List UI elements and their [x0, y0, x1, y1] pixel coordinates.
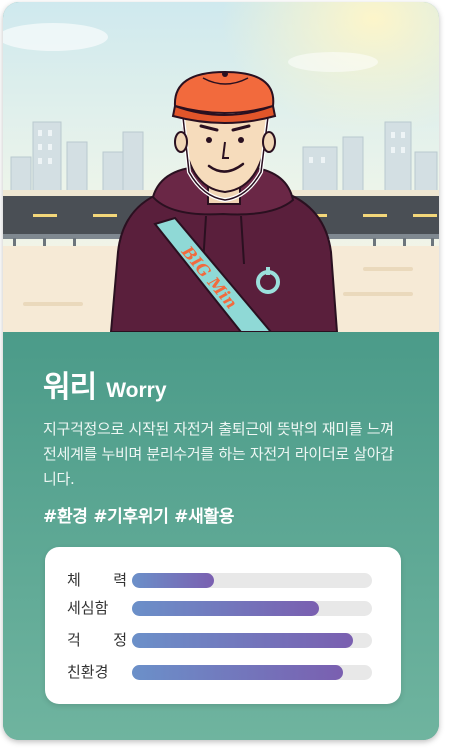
- stat-stamina: 체 력: [45, 569, 401, 591]
- stat-label: 세심함: [67, 599, 109, 617]
- stat-bar-fill: [132, 665, 344, 680]
- stat-bar-track: [132, 601, 372, 616]
- character-tags: #환경 #기후위기 #새활용: [43, 507, 235, 527]
- character-illustration: BIG Min: [3, 2, 439, 332]
- stat-worry: 걱 정: [45, 629, 401, 651]
- stat-eco-friendly: 친환경: [45, 661, 401, 683]
- character-description: 지구걱정으로 시작된 자전거 출퇴근에 뜻밖의 재미를 느껴 전세계를 누비며 …: [43, 420, 394, 488]
- character-name-english: Worry: [106, 379, 167, 402]
- stat-label: 걱 정: [67, 631, 127, 649]
- character-name: 워리 Worry: [43, 362, 167, 406]
- stat-bar-track: [132, 573, 372, 588]
- character-name-korean: 워리: [43, 370, 97, 405]
- stat-bar-track: [132, 633, 372, 648]
- stat-bar-fill: [132, 573, 214, 588]
- character-card: BIG Min 워리 Worry 지구걱정으로 시작된 자전거 출퇴근에 뜻밖의: [3, 2, 439, 740]
- stat-bar-track: [132, 665, 372, 680]
- stat-bar-fill: [132, 601, 320, 616]
- stat-attentiveness: 세심함: [45, 597, 401, 619]
- stat-bar-fill: [132, 633, 353, 648]
- character-info-panel: 워리 Worry 지구걱정으로 시작된 자전거 출퇴근에 뜻밖의 재미를 느껴 …: [3, 332, 439, 740]
- stats-panel: 체 력 세심함 걱 정 친환경: [45, 547, 401, 704]
- stat-label: 친환경: [67, 663, 109, 681]
- stat-label: 체 력: [67, 571, 127, 589]
